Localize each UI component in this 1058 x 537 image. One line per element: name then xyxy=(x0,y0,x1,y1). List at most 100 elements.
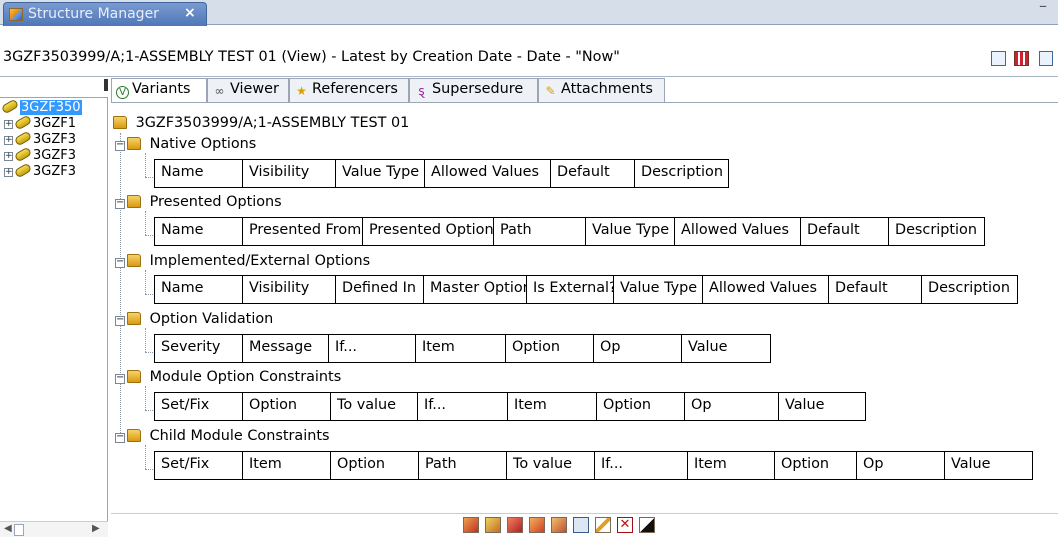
column-header[interactable]: Name xyxy=(155,276,243,303)
column-header[interactable]: Op xyxy=(685,393,779,420)
column-header[interactable]: Default xyxy=(551,160,635,187)
add-presented-icon[interactable] xyxy=(485,517,501,533)
column-header[interactable]: Option xyxy=(243,393,331,420)
column-header[interactable]: Path xyxy=(419,452,507,479)
column-header[interactable]: Name xyxy=(155,160,243,187)
section-option-validation[interactable]: − Option Validation xyxy=(115,311,273,327)
column-header[interactable]: Option xyxy=(597,393,685,420)
export-icon[interactable] xyxy=(1039,51,1053,66)
add-implemented-icon[interactable] xyxy=(507,517,523,533)
collapse-icon[interactable]: − xyxy=(115,315,125,326)
collapse-icon[interactable]: − xyxy=(115,432,125,443)
column-header[interactable]: Severity xyxy=(155,335,243,362)
column-header[interactable]: Value Type xyxy=(586,218,675,245)
column-header[interactable]: Option xyxy=(506,335,594,362)
column-header[interactable]: To value xyxy=(507,452,595,479)
column-header[interactable]: Default xyxy=(829,276,922,303)
column-header[interactable]: Is External? xyxy=(527,276,614,303)
edit-icon[interactable] xyxy=(595,517,611,533)
tab-supersedure[interactable]: ȿ Supersedure xyxy=(409,78,538,102)
grid-icon[interactable] xyxy=(1014,51,1029,66)
column-header[interactable]: Option xyxy=(331,452,419,479)
tab-viewer[interactable]: ∞ Viewer xyxy=(207,78,289,102)
column-header[interactable]: Name xyxy=(155,218,243,245)
column-header[interactable]: Value Type xyxy=(614,276,703,303)
column-header[interactable]: If... xyxy=(595,452,688,479)
add-validation-icon[interactable] xyxy=(529,517,545,533)
column-header[interactable]: Defined In xyxy=(336,276,424,303)
add-option-icon[interactable] xyxy=(463,517,479,533)
section-module-option-constraints[interactable]: − Module Option Constraints xyxy=(115,369,341,385)
column-header[interactable]: Op xyxy=(594,335,682,362)
section-implemented-external-options[interactable]: − Implemented/External Options xyxy=(115,253,370,269)
column-header[interactable]: Presented From xyxy=(243,218,363,245)
scroll-thumb[interactable] xyxy=(14,524,24,536)
column-header[interactable]: Allowed Values xyxy=(703,276,829,303)
column-header[interactable]: Option xyxy=(775,452,857,479)
structure-manager-tab-label: Structure Manager xyxy=(28,6,159,22)
collapse-icon[interactable]: − xyxy=(115,140,125,151)
tree-node[interactable]: +3GZF1 xyxy=(4,114,76,132)
column-header[interactable]: If... xyxy=(418,393,508,420)
column-header[interactable]: Master Option xyxy=(424,276,527,303)
native-options-header-row: Name Visibility Value Type Allowed Value… xyxy=(154,159,729,188)
column-header[interactable]: Allowed Values xyxy=(425,160,551,187)
horizontal-scrollbar[interactable]: ◀ ▶ xyxy=(0,521,108,537)
section-child-module-constraints[interactable]: − Child Module Constraints xyxy=(115,428,329,444)
section-native-options[interactable]: − Native Options xyxy=(115,136,256,152)
column-header[interactable]: Description xyxy=(922,276,1018,303)
root-node[interactable]: 3GZF3503999/A;1-ASSEMBLY TEST 01 xyxy=(113,115,409,131)
column-header[interactable]: Description xyxy=(889,218,985,245)
pane-splitter-handle[interactable] xyxy=(104,79,108,91)
item-revision-icon xyxy=(13,146,33,163)
column-header[interactable]: Set/Fix xyxy=(155,393,243,420)
column-header[interactable]: Item xyxy=(688,452,775,479)
expand-icon[interactable]: + xyxy=(4,136,13,145)
column-header[interactable]: Visibility xyxy=(243,160,336,187)
expand-icon[interactable]: + xyxy=(4,168,13,177)
column-header[interactable]: Value xyxy=(682,335,771,362)
column-header[interactable]: Message xyxy=(243,335,329,362)
toggle-icon[interactable] xyxy=(639,517,655,533)
column-header[interactable]: Set/Fix xyxy=(155,452,243,479)
copy-icon[interactable] xyxy=(573,517,589,533)
column-header[interactable]: Path xyxy=(494,218,586,245)
window-icon[interactable] xyxy=(991,51,1006,66)
tab-variants[interactable]: V Variants xyxy=(111,78,207,103)
column-header[interactable]: Item xyxy=(416,335,506,362)
column-header[interactable]: If... xyxy=(329,335,416,362)
column-header[interactable]: Value xyxy=(779,393,866,420)
tree-node[interactable]: +3GZF3 xyxy=(4,162,76,180)
section-presented-options[interactable]: − Presented Options xyxy=(115,194,282,210)
minimize-button[interactable]: – xyxy=(1036,0,1050,15)
column-header[interactable]: Description xyxy=(635,160,729,187)
scroll-left-icon[interactable]: ◀ xyxy=(4,523,12,534)
delete-icon[interactable]: ✕ xyxy=(617,517,633,533)
close-icon[interactable]: × xyxy=(184,5,196,21)
tree-node[interactable]: +3GZF3 xyxy=(4,130,76,148)
structure-manager-tab[interactable]: Structure Manager × xyxy=(3,2,207,26)
column-header[interactable]: Value Type xyxy=(336,160,425,187)
column-header[interactable]: Presented Option xyxy=(363,218,494,245)
collapse-icon[interactable]: − xyxy=(115,257,125,268)
scroll-right-icon[interactable]: ▶ xyxy=(92,523,100,534)
tree-root-node[interactable]: 3GZF350 xyxy=(0,98,82,115)
column-header[interactable]: Allowed Values xyxy=(675,218,801,245)
expand-icon[interactable]: + xyxy=(4,152,13,161)
column-header[interactable]: Visibility xyxy=(243,276,336,303)
tree-node-label: 3GZF3 xyxy=(33,148,76,163)
add-constraint-icon[interactable] xyxy=(551,517,567,533)
collapse-icon[interactable]: − xyxy=(115,198,125,209)
column-header[interactable]: Op xyxy=(857,452,945,479)
column-header[interactable]: Item xyxy=(243,452,331,479)
column-header[interactable]: Default xyxy=(801,218,889,245)
collapse-icon[interactable]: − xyxy=(115,373,125,384)
column-header[interactable]: Item xyxy=(508,393,597,420)
tab-attachments[interactable]: ✎ Attachments xyxy=(538,78,665,102)
column-header[interactable]: Value xyxy=(945,452,1033,479)
column-header[interactable]: To value xyxy=(331,393,418,420)
tab-referencers[interactable]: ★ Referencers xyxy=(289,78,409,102)
tree-node[interactable]: +3GZF3 xyxy=(4,146,76,164)
expand-icon[interactable]: + xyxy=(4,120,13,129)
folder-icon xyxy=(127,429,141,442)
